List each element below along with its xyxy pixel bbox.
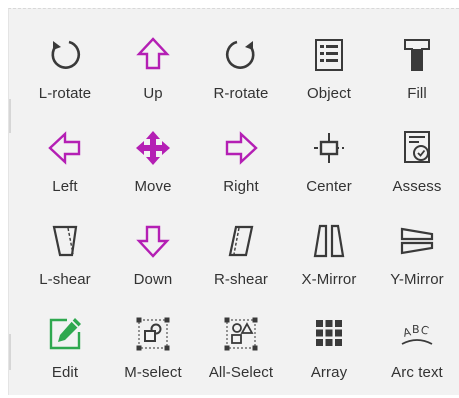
tool-m-select[interactable]: M-select [111, 296, 195, 388]
tool-array[interactable]: Array [287, 296, 371, 388]
y-mirror-icon [397, 221, 437, 261]
tool-label: All-Select [208, 364, 274, 381]
rotate-left-icon [45, 35, 85, 75]
tool-edit[interactable]: Edit [23, 296, 107, 388]
tool-label: Right [223, 178, 259, 195]
tool-left[interactable]: Left [23, 110, 107, 202]
multi-select-icon [133, 314, 173, 354]
tool-assess[interactable]: Assess [375, 110, 459, 202]
tool-label: Left [52, 178, 78, 195]
tool-l-shear[interactable]: L-shear [23, 203, 107, 295]
tool-center[interactable]: Center [287, 110, 371, 202]
tool-label: Array [310, 364, 348, 381]
tool-down[interactable]: Down [111, 203, 195, 295]
tool-r-rotate[interactable]: R-rotate [199, 17, 283, 109]
arrow-up-icon [133, 35, 173, 75]
rotate-right-icon [221, 35, 261, 75]
svg-text:A: A [402, 325, 413, 340]
tool-label: Y-Mirror [390, 271, 444, 288]
tool-label: Assess [392, 178, 442, 195]
tool-label: Object [307, 85, 351, 102]
tool-move[interactable]: Move [111, 110, 195, 202]
panel-edge-marker [9, 99, 11, 133]
tool-up[interactable]: Up [111, 17, 195, 109]
tool-panel: L-rotate Up R-rotate Object Fill Left Mo… [8, 8, 459, 395]
arrow-right-icon [221, 128, 261, 168]
all-select-icon [221, 314, 261, 354]
arrow-left-icon [45, 128, 85, 168]
tool-arc-text[interactable]: ABC Arc text [375, 296, 459, 388]
tool-object[interactable]: Object [287, 17, 371, 109]
svg-text:B: B [412, 323, 420, 336]
tool-label: L-shear [39, 271, 91, 288]
tool-right[interactable]: Right [199, 110, 283, 202]
tool-label: Center [306, 178, 352, 195]
tool-label: R-rotate [213, 85, 269, 102]
tool-l-rotate[interactable]: L-rotate [23, 17, 107, 109]
arc-text-icon: ABC [397, 314, 437, 354]
edit-icon [45, 314, 85, 354]
center-icon [309, 128, 349, 168]
tool-label: Down [133, 271, 173, 288]
tool-y-mirror[interactable]: Y-Mirror [375, 203, 459, 295]
tool-label: Up [143, 85, 163, 102]
tool-label: Arc text [391, 364, 443, 381]
tool-label: R-shear [213, 271, 269, 288]
fill-icon [397, 35, 437, 75]
assess-icon [397, 128, 437, 168]
left-shear-icon [45, 221, 85, 261]
tool-label: Fill [407, 85, 427, 102]
tool-label: X-Mirror [301, 271, 357, 288]
object-list-icon [309, 35, 349, 75]
svg-text:C: C [419, 323, 430, 338]
x-mirror-icon [309, 221, 349, 261]
tool-label: M-select [124, 364, 182, 381]
tool-x-mirror[interactable]: X-Mirror [287, 203, 371, 295]
tool-label: Move [134, 178, 172, 195]
tool-label: L-rotate [38, 85, 92, 102]
move-icon [133, 128, 173, 168]
tool-all-select[interactable]: All-Select [199, 296, 283, 388]
tool-label: Edit [51, 364, 79, 381]
tool-r-shear[interactable]: R-shear [199, 203, 283, 295]
array-grid-icon [309, 314, 349, 354]
tool-fill[interactable]: Fill [375, 17, 459, 109]
arrow-down-icon [133, 221, 173, 261]
right-shear-icon [221, 221, 261, 261]
panel-edge-marker [9, 334, 11, 370]
